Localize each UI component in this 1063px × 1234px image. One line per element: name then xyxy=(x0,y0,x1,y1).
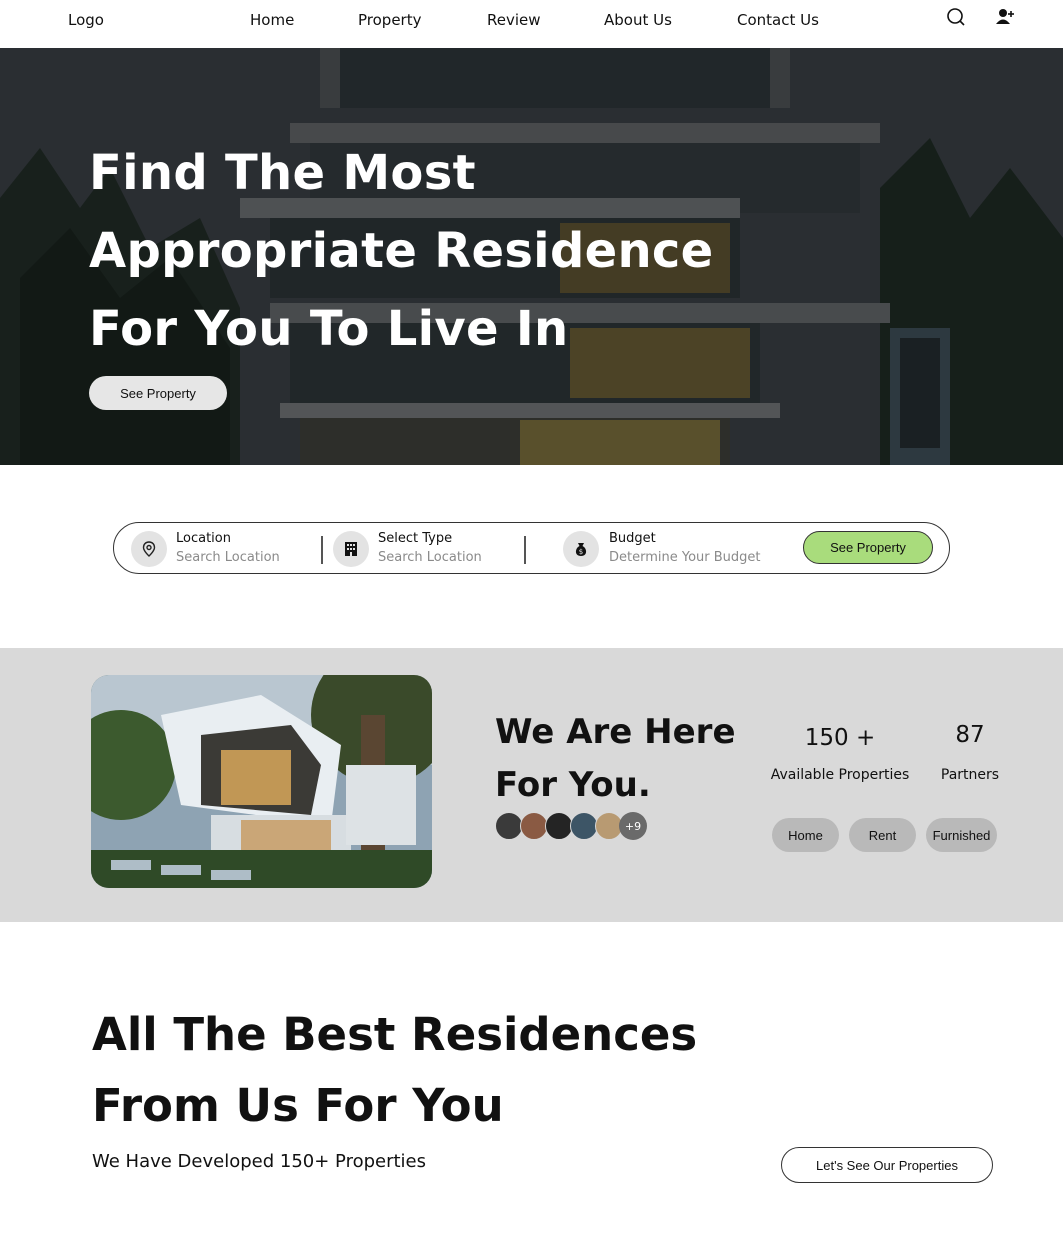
money-bag-icon: $ xyxy=(563,531,599,567)
avatar xyxy=(570,812,598,840)
hero-see-property-button[interactable]: See Property xyxy=(89,376,227,410)
nav-about-us[interactable]: About Us xyxy=(604,11,672,29)
divider xyxy=(524,536,526,564)
building-icon xyxy=(333,531,369,567)
divider xyxy=(321,536,323,564)
nav-contact-us[interactable]: Contact Us xyxy=(737,11,819,29)
hero-title-line: Find The Most xyxy=(89,145,476,201)
avatar xyxy=(495,812,523,840)
chip-rent[interactable]: Rent xyxy=(849,818,916,852)
nav-review[interactable]: Review xyxy=(487,11,541,29)
location-label: Location xyxy=(176,531,231,546)
residences-title-line: All The Best Residences xyxy=(92,1008,698,1061)
type-input[interactable]: Search Location xyxy=(378,550,482,565)
partners-label: Partners xyxy=(940,767,1000,783)
chip-furnished[interactable]: Furnished xyxy=(926,818,997,852)
residences-title: All The Best Residences From Us For You xyxy=(92,999,697,1141)
avatar-more-count: +9 xyxy=(619,812,647,840)
top-nav: Logo Home Property Review About Us Conta… xyxy=(0,0,1063,48)
location-input[interactable]: Search Location xyxy=(176,550,280,565)
avatar xyxy=(520,812,548,840)
add-user-icon[interactable] xyxy=(994,6,1016,28)
svg-text:$: $ xyxy=(579,548,583,556)
search-see-property-button[interactable]: See Property xyxy=(803,531,933,564)
house-photo xyxy=(91,675,432,888)
nav-property[interactable]: Property xyxy=(358,11,421,29)
chip-home[interactable]: Home xyxy=(772,818,839,852)
about-title-line: For You. xyxy=(495,765,651,805)
available-properties-label: Available Properties xyxy=(770,767,910,783)
about-section: We Are Here For You. +9 150 + Available … xyxy=(0,648,1063,922)
nav-home[interactable]: Home xyxy=(250,11,294,29)
partners-count: 87 xyxy=(955,722,985,748)
hero-title-line: For You To Live In xyxy=(89,301,569,357)
search-icon[interactable] xyxy=(945,6,967,28)
hero-title: Find The Most Appropriate Residence For … xyxy=(89,134,714,368)
property-search-bar: Location Search Location Select Type Sea… xyxy=(113,522,950,574)
about-title-line: We Are Here xyxy=(495,712,736,752)
select-type-label: Select Type xyxy=(378,531,453,546)
see-our-properties-button[interactable]: Let's See Our Properties xyxy=(781,1147,993,1183)
hero-section: Find The Most Appropriate Residence For … xyxy=(0,48,1063,465)
logo[interactable]: Logo xyxy=(68,11,104,29)
budget-input[interactable]: Determine Your Budget xyxy=(609,550,761,565)
location-pin-icon xyxy=(131,531,167,567)
budget-label: Budget xyxy=(609,531,656,546)
available-properties-count: 150 + xyxy=(804,725,876,751)
about-title: We Are Here For You. xyxy=(495,706,736,812)
hero-title-line: Appropriate Residence xyxy=(89,223,714,279)
avatar xyxy=(545,812,573,840)
residences-subtitle: We Have Developed 150+ Properties xyxy=(92,1151,427,1172)
residences-title-line: From Us For You xyxy=(92,1079,504,1132)
